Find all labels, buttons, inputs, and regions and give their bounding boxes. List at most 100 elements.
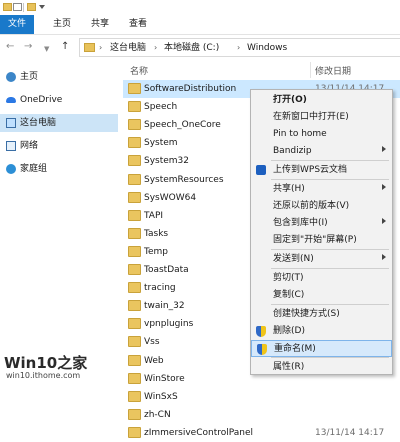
menu-divider — [271, 179, 389, 180]
column-header-modified[interactable]: 修改日期 — [315, 64, 351, 77]
breadcrumb-chevron-icon[interactable]: › — [154, 42, 157, 54]
menu-item-open-new-window[interactable]: 在新窗口中打开(E) — [251, 109, 392, 126]
tab-file[interactable]: 文件 — [0, 15, 34, 34]
menu-item-label: 创建快捷方式(S) — [273, 309, 340, 319]
menu-item-pin-to-home[interactable]: Pin to home — [251, 126, 392, 143]
sidebar-item-home[interactable]: 主页 — [0, 68, 118, 86]
breadcrumb-chevron-icon[interactable]: › — [99, 42, 102, 54]
properties-icon[interactable] — [13, 3, 22, 11]
folder-icon — [84, 43, 95, 52]
file-name: SystemResources — [144, 174, 224, 185]
menu-item-label: 剪切(T) — [273, 273, 304, 283]
menu-item-label: 删除(D) — [273, 326, 305, 336]
computer-icon — [6, 118, 16, 128]
menu-divider — [271, 249, 389, 250]
menu-item-label: 上传到WPS云文档 — [273, 165, 348, 175]
file-name: zImmersiveControlPanel — [144, 427, 254, 438]
menu-item-restore-versions[interactable]: 还原以前的版本(V) — [251, 198, 392, 215]
sidebar-item-network[interactable]: 网络 — [0, 137, 118, 155]
column-header-name[interactable]: 名称 — [130, 64, 148, 77]
recent-locations-icon[interactable]: ▼ — [44, 43, 49, 55]
file-name: Speech_OneCore — [144, 120, 221, 131]
menu-divider — [271, 357, 389, 358]
watermark-url: win10.ithome.com — [6, 371, 81, 380]
menu-item-delete[interactable]: 删除(D) — [251, 323, 392, 340]
file-name: vpnplugins — [144, 319, 194, 330]
folder-icon — [128, 227, 141, 239]
folder-icon — [128, 372, 141, 384]
network-icon — [6, 141, 16, 151]
breadcrumb-windows[interactable]: Windows — [247, 42, 287, 54]
file-name: Vss — [144, 337, 160, 348]
breadcrumb-chevron-icon[interactable]: › — [237, 42, 240, 54]
folder-icon — [3, 3, 12, 11]
folder-icon — [128, 282, 141, 294]
menu-item-pin-to-start[interactable]: 固定到"开始"屏幕(P) — [251, 232, 392, 249]
file-name: WinSxS — [144, 391, 178, 402]
sidebar-item-homegroup[interactable]: 家庭组 — [0, 160, 118, 178]
menu-item-label: 包含到库中(I) — [273, 218, 328, 228]
sidebar-item-label: OneDrive — [20, 95, 63, 105]
back-arrow-icon[interactable]: ← — [6, 41, 14, 53]
menu-item-copy[interactable]: 复制(C) — [251, 287, 392, 304]
folder-icon — [128, 408, 141, 420]
tab-view[interactable]: 查看 — [126, 15, 150, 34]
tab-home[interactable]: 主页 — [50, 15, 74, 34]
folder-icon — [128, 354, 141, 366]
menu-divider — [271, 268, 389, 269]
menu-item-rename[interactable]: 重命名(M) — [251, 340, 392, 357]
homegroup-icon — [6, 164, 16, 174]
menu-item-label: 复制(C) — [273, 290, 305, 300]
sidebar-item-label: 主页 — [20, 72, 39, 82]
menu-item-share[interactable]: 共享(H) — [251, 181, 392, 198]
file-name: System — [144, 138, 178, 149]
menu-item-send-to[interactable]: 发送到(N) — [251, 251, 392, 268]
submenu-arrow-icon — [382, 146, 386, 152]
uac-shield-icon — [256, 326, 266, 337]
column-divider[interactable] — [310, 62, 311, 78]
menu-item-upload-wps[interactable]: 上传到WPS云文档 — [251, 162, 392, 179]
chevron-down-icon[interactable] — [39, 5, 45, 9]
address-bar[interactable]: › 这台电脑 › 本地磁盘 (C:) › Windows — [79, 38, 400, 57]
menu-item-create-shortcut[interactable]: 创建快捷方式(S) — [251, 306, 392, 323]
menu-item-properties[interactable]: 属性(R) — [251, 359, 392, 376]
file-name: twain_32 — [144, 301, 185, 312]
menu-item-label: 共享(H) — [273, 184, 305, 194]
context-menu: 打开(O) 在新窗口中打开(E) Pin to home Bandizip 上传到WPS… — [250, 89, 393, 375]
folder-icon — [128, 191, 141, 203]
submenu-arrow-icon — [382, 184, 386, 190]
navigation-bar: ← → ▼ ↑ › 这台电脑 › 本地磁盘 (C:) › Windows — [0, 35, 400, 60]
file-row[interactable]: zh-CN — [123, 406, 400, 424]
folder-icon — [128, 119, 141, 131]
menu-item-label: 固定到"开始"屏幕(P) — [273, 235, 357, 245]
folder-icon — [128, 264, 141, 275]
file-name: Temp — [144, 246, 168, 257]
tab-share[interactable]: 共享 — [88, 15, 112, 34]
file-row[interactable]: zImmersiveControlPanel 13/11/14 14:17 — [123, 424, 400, 442]
menu-item-label: 打开(O) — [273, 95, 307, 105]
file-name: tracing — [144, 283, 176, 294]
folder-icon — [128, 426, 141, 438]
file-name: TAPI — [144, 210, 164, 221]
file-name: Web — [144, 355, 164, 366]
menu-item-label: 重命名(M) — [274, 344, 316, 354]
uac-shield-icon — [257, 344, 267, 355]
sidebar-item-this-pc[interactable]: 这台电脑 — [0, 114, 118, 132]
forward-arrow-icon[interactable]: → — [24, 41, 32, 53]
menu-item-bandizip[interactable]: Bandizip — [251, 143, 392, 160]
file-name: SoftwareDistribution — [144, 84, 237, 94]
folder-icon — [128, 336, 141, 348]
folder-icon — [128, 318, 141, 330]
menu-item-include-in-library[interactable]: 包含到库中(I) — [251, 215, 392, 232]
menu-item-label: Pin to home — [273, 129, 327, 139]
cloud-icon — [6, 97, 16, 103]
breadcrumb-this-pc[interactable]: 这台电脑 — [110, 42, 146, 54]
new-folder-icon[interactable] — [27, 3, 36, 11]
menu-item-open[interactable]: 打开(O) — [251, 92, 392, 109]
home-icon — [6, 72, 16, 82]
up-arrow-icon[interactable]: ↑ — [61, 41, 69, 53]
file-row[interactable]: WinSxS — [123, 388, 400, 406]
sidebar-item-onedrive[interactable]: OneDrive — [0, 91, 118, 109]
breadcrumb-local-disk[interactable]: 本地磁盘 (C:) — [164, 42, 219, 54]
menu-item-cut[interactable]: 剪切(T) — [251, 270, 392, 287]
